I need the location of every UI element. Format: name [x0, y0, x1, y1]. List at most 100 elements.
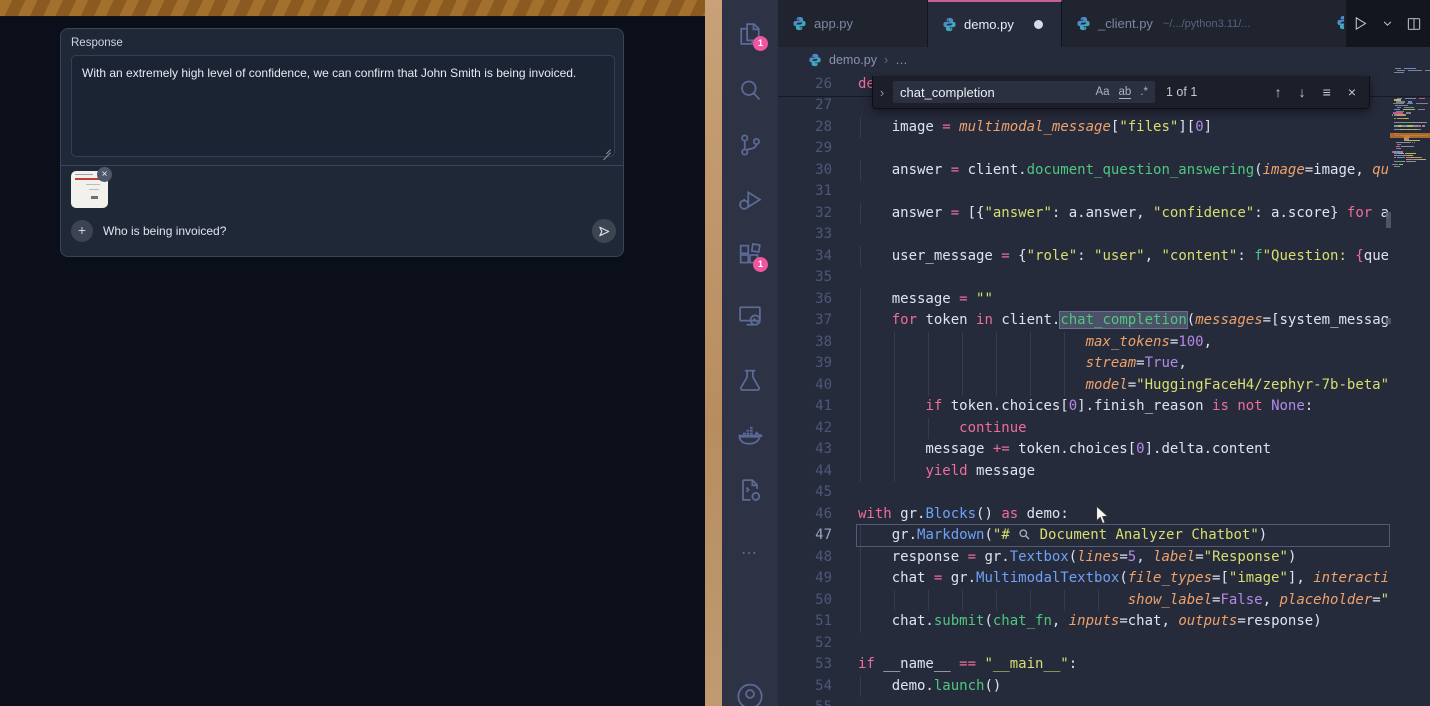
extensions-icon[interactable]: 1 — [736, 241, 764, 269]
code-line-31[interactable]: 31 — [778, 181, 1430, 203]
tab-label: demo.py — [964, 17, 1014, 32]
code-line-41[interactable]: 41 if token.choices[0].finish_reason is … — [778, 396, 1430, 418]
tab-description: ~/.../python3.11/... — [1163, 18, 1251, 30]
tab-label: _client.py — [1098, 16, 1153, 31]
code-line-43[interactable]: 43 message += token.choices[0].delta.con… — [778, 439, 1430, 461]
find-in-selection-icon[interactable]: ≡ — [1323, 84, 1331, 100]
python-file-icon — [792, 16, 807, 31]
breadcrumb-file[interactable]: demo.py — [829, 53, 877, 67]
breadcrumb[interactable]: demo.py › … — [778, 47, 1430, 72]
minimap[interactable] — [1390, 60, 1430, 330]
clipped-tab-python-icon — [1336, 15, 1344, 31]
editor-actions — [1346, 0, 1430, 47]
code-line-50[interactable]: 50 show_label=False, placeholder="Ask a … — [778, 590, 1430, 612]
remove-attachment-button[interactable]: × — [97, 167, 112, 182]
minimap-match-marker — [1390, 133, 1430, 138]
explorer-icon[interactable]: 1 — [736, 20, 764, 48]
find-collapse-chevron-icon[interactable]: › — [873, 85, 891, 100]
task-runner-icon[interactable] — [736, 476, 764, 504]
code-line-39[interactable]: 39 stream=True, — [778, 353, 1430, 375]
overview-ruler-marker[interactable] — [1386, 212, 1391, 228]
find-widget: › chat_completion Aa ab .* 1 of 1 ↑ ↓ ≡ … — [872, 76, 1370, 109]
find-query: chat_completion — [900, 85, 995, 100]
whole-word-icon[interactable]: ab — [1119, 86, 1132, 99]
remote-explorer-icon[interactable] — [736, 302, 764, 330]
code-line-42[interactable]: 42 continue — [778, 418, 1430, 440]
window-title-stripe — [0, 0, 705, 17]
vscode-window: 1 1 — [722, 0, 1430, 706]
match-case-icon[interactable]: Aa — [1095, 86, 1109, 99]
code-editor[interactable]: 2728 image = multimodal_message["files"]… — [778, 72, 1430, 706]
docker-icon[interactable] — [736, 421, 764, 449]
find-next-icon[interactable]: ↓ — [1299, 84, 1306, 100]
tab-demo-py[interactable]: demo.py — [928, 0, 1062, 47]
split-editor-icon[interactable] — [1406, 16, 1422, 32]
resize-handle[interactable] — [602, 144, 611, 153]
python-file-icon — [942, 17, 957, 32]
python-file-icon — [1076, 16, 1091, 31]
response-label: Response — [71, 37, 123, 49]
code-line-40[interactable]: 40 model="HuggingFaceH4/zephyr-7b-beta", — [778, 375, 1430, 397]
editor-tab-bar: app.py demo.py _client.py ~/.../python3.… — [778, 0, 1430, 47]
tab-app-py[interactable]: app.py — [778, 0, 928, 47]
code-line-28[interactable]: 28 image = multimodal_message["files"][0… — [778, 117, 1430, 139]
find-input[interactable]: chat_completion Aa ab .* — [893, 81, 1155, 103]
testing-flask-icon[interactable] — [736, 366, 764, 394]
gradio-app-window: Response With an extremely high level of… — [0, 0, 705, 706]
code-line-55[interactable]: 55 — [778, 697, 1430, 706]
overview-ruler-marker[interactable] — [1386, 318, 1391, 324]
code-line-30[interactable]: 30 answer = client.document_question_ans… — [778, 160, 1430, 182]
tab-client-py[interactable]: _client.py ~/.../python3.11/... — [1062, 0, 1350, 47]
code-line-53[interactable]: 53if __name__ == "__main__": — [778, 654, 1430, 676]
code-line-48[interactable]: 48 response = gr.Textbox(lines=5, label=… — [778, 547, 1430, 569]
code-line-34[interactable]: 34 user_message = {"role": "user", "cont… — [778, 246, 1430, 268]
code-line-38[interactable]: 38 max_tokens=100, — [778, 332, 1430, 354]
run-options-chevron-icon[interactable] — [1382, 18, 1393, 29]
thumb-mark — [91, 196, 98, 199]
source-control-icon[interactable] — [736, 131, 764, 159]
code-line-45[interactable]: 45 — [778, 482, 1430, 504]
regex-icon[interactable]: .* — [1140, 86, 1148, 99]
desktop-wallpaper-strip — [705, 0, 722, 706]
code-line-35[interactable]: 35 — [778, 267, 1430, 289]
run-button-icon[interactable] — [1352, 15, 1369, 32]
thumb-line — [75, 174, 93, 175]
screen: Response With an extremely high level of… — [0, 0, 1430, 706]
code-line-54[interactable]: 54 demo.launch() — [778, 676, 1430, 698]
add-file-button[interactable]: + — [71, 220, 93, 242]
code-line-37[interactable]: 37 for token in client.chat_completion(m… — [778, 310, 1430, 332]
current-line-highlight — [856, 524, 1390, 547]
mouse-cursor — [1095, 505, 1110, 526]
find-results-count: 1 of 1 — [1166, 85, 1197, 99]
code-line-33[interactable]: 33 — [778, 224, 1430, 246]
code-line-29[interactable]: 29 — [778, 138, 1430, 160]
explorer-badge: 1 — [753, 36, 768, 51]
send-icon — [597, 224, 612, 239]
sticky-line-number: 26 — [778, 74, 832, 96]
send-button[interactable] — [592, 219, 616, 243]
code-line-44[interactable]: 44 yield message — [778, 461, 1430, 483]
thumb-line — [86, 184, 100, 185]
code-line-51[interactable]: 51 chat.submit(chat_fn, inputs=chat, out… — [778, 611, 1430, 633]
more-views-icon[interactable]: ⋯ — [736, 543, 764, 557]
response-text: With an extremely high level of confiden… — [82, 66, 576, 80]
code-line-32[interactable]: 32 answer = [{"answer": a.answer, "confi… — [778, 203, 1430, 225]
code-line-36[interactable]: 36 message = "" — [778, 289, 1430, 311]
python-file-icon — [808, 53, 822, 67]
response-textarea[interactable]: With an extremely high level of confiden… — [71, 55, 615, 157]
find-close-icon[interactable]: × — [1348, 84, 1356, 100]
activity-bar: 1 1 — [722, 0, 778, 706]
extensions-badge: 1 — [753, 257, 768, 272]
code-line-52[interactable]: 52 — [778, 633, 1430, 655]
search-icon[interactable] — [736, 76, 764, 104]
find-previous-icon[interactable]: ↑ — [1275, 84, 1282, 100]
thumb-line — [89, 189, 99, 190]
code-line-49[interactable]: 49 chat = gr.MultimodalTextbox(file_type… — [778, 568, 1430, 590]
modified-dot-icon[interactable] — [1034, 20, 1043, 29]
tab-label: app.py — [814, 16, 853, 31]
run-debug-icon[interactable] — [736, 186, 764, 214]
breadcrumb-separator: › — [884, 52, 888, 67]
chat-input-text[interactable]: Who is being invoiced? — [103, 224, 226, 238]
account-icon[interactable] — [736, 680, 764, 706]
breadcrumb-symbol[interactable]: … — [895, 53, 908, 67]
